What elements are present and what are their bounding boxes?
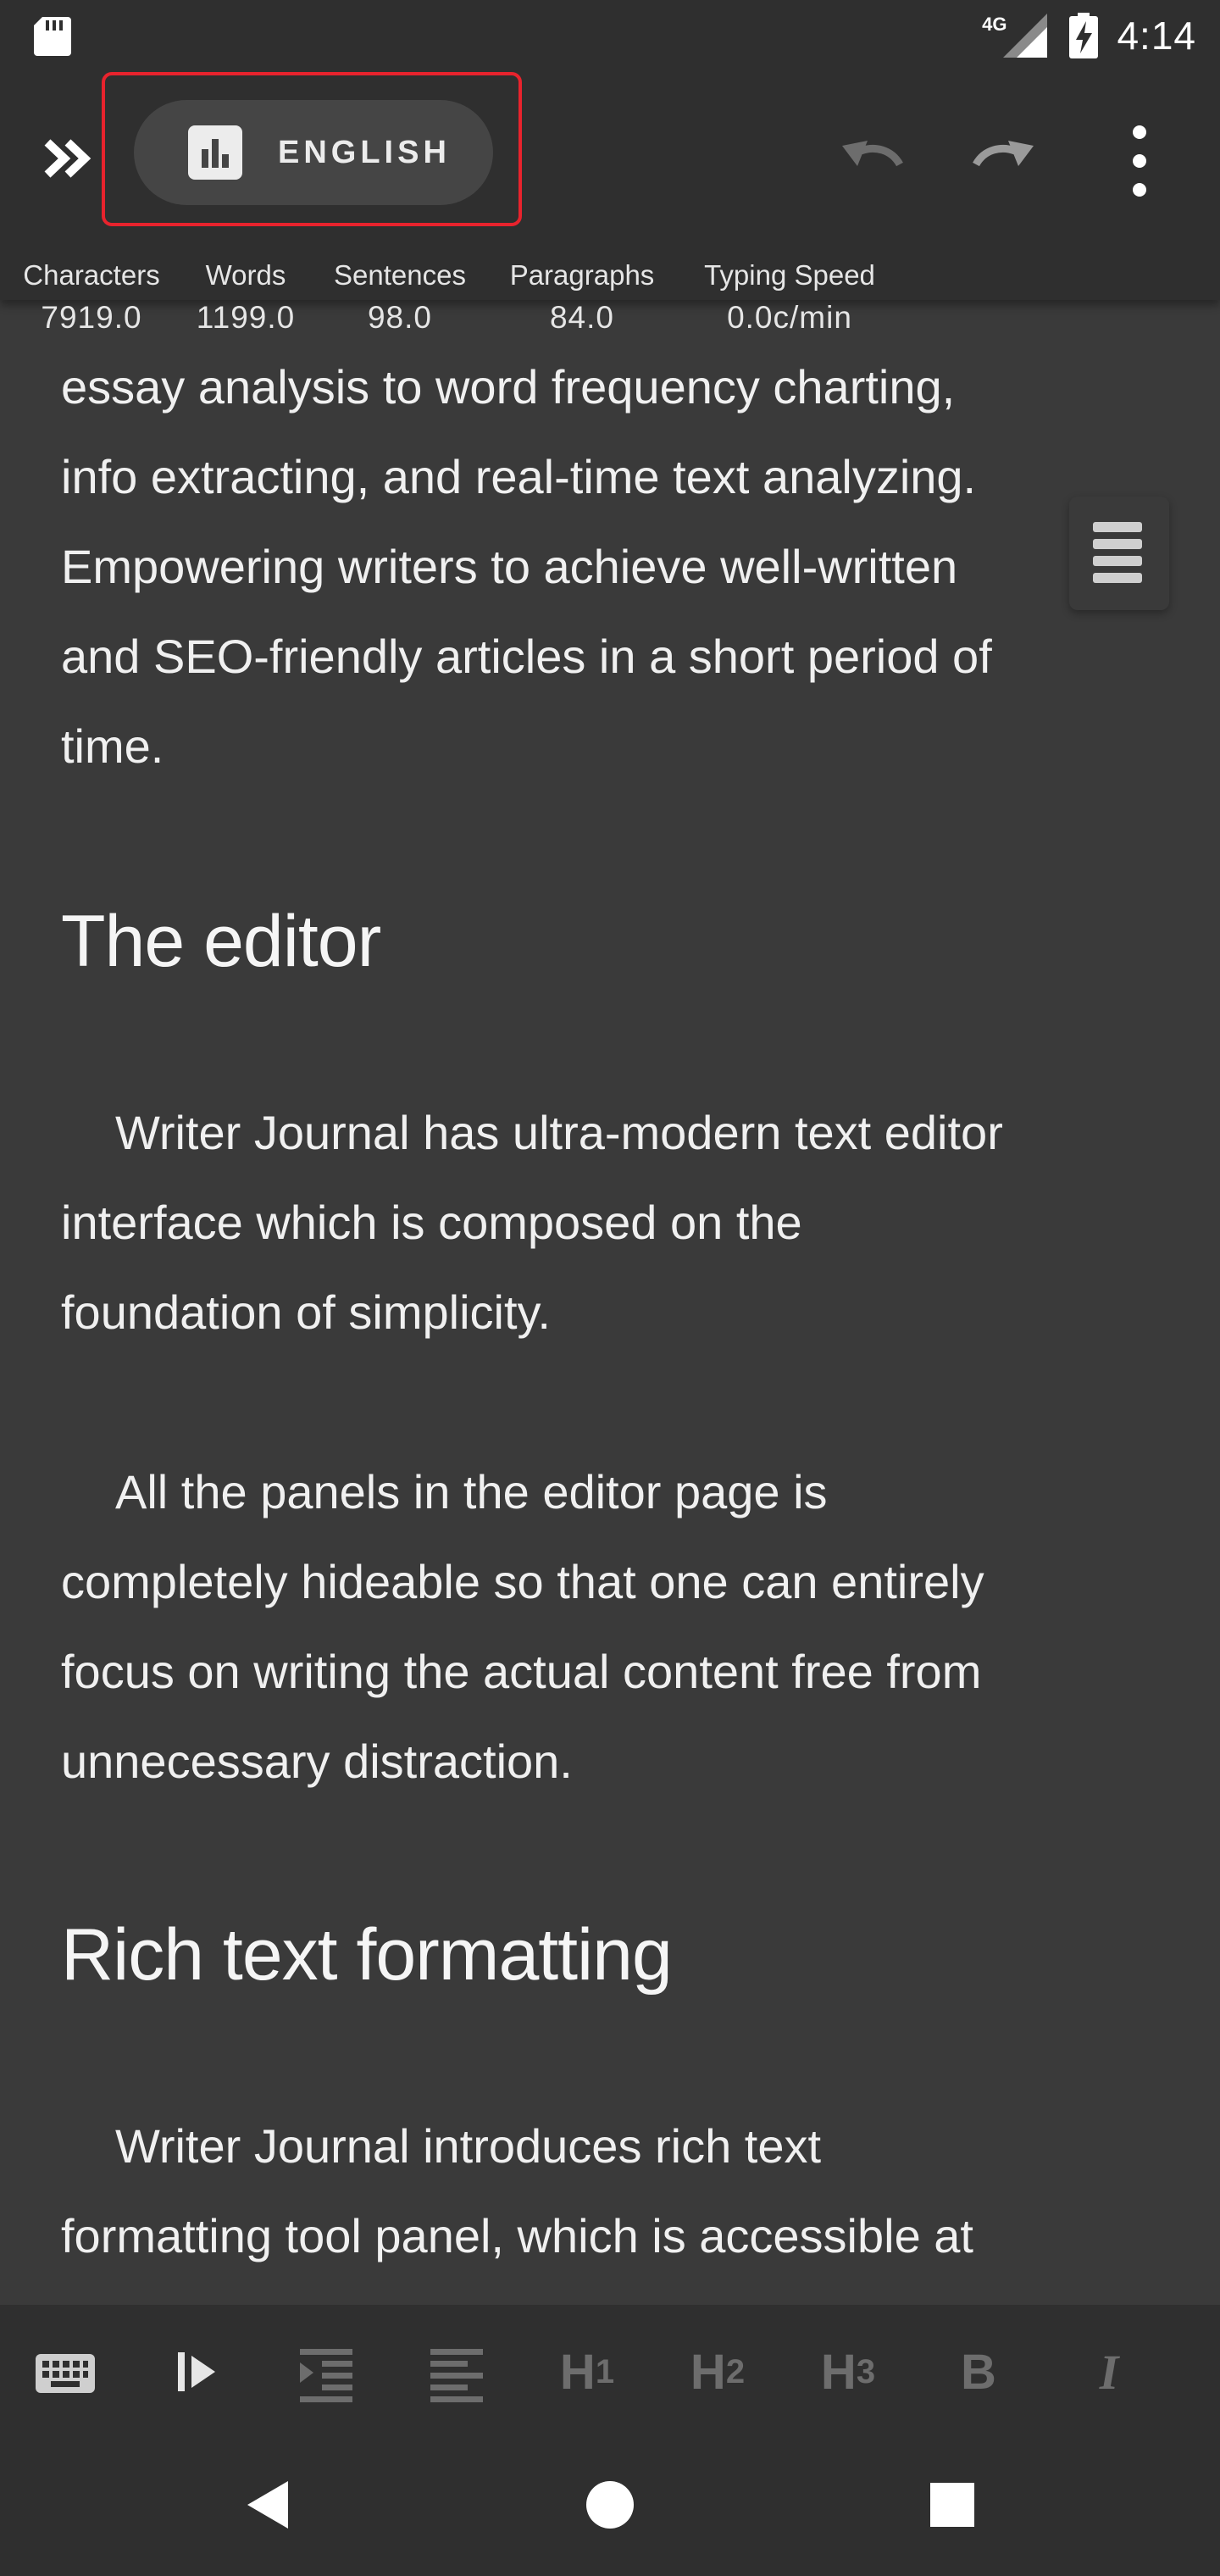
text-line: and SEO-friendly articles in a short per… bbox=[61, 630, 992, 683]
bold-letter: B bbox=[961, 2344, 996, 2400]
app-root: 4G 4:14 ENGLISH Characters 7919.0 Words … bbox=[0, 0, 1220, 2576]
text-line: completely hideable so that one can enti… bbox=[61, 1555, 984, 1608]
system-navigation-bar bbox=[0, 2434, 1220, 2576]
text-line: foundation of simplicity. bbox=[61, 1285, 551, 1339]
status-bar: 4G 4:14 bbox=[0, 0, 1220, 71]
align-left-icon[interactable] bbox=[419, 2334, 495, 2410]
stat-value: 7919.0 bbox=[41, 300, 142, 335]
formatting-toolbar: H1 H2 H3 B I bbox=[0, 2305, 1220, 2434]
stat-value: 1199.0 bbox=[196, 300, 296, 335]
text-line: interface which is composed on the bbox=[61, 1196, 802, 1249]
bold-button[interactable]: B bbox=[940, 2334, 1017, 2410]
text-line: time. bbox=[61, 719, 164, 773]
undo-icon[interactable] bbox=[835, 125, 907, 197]
heading-1-button[interactable]: H1 bbox=[549, 2334, 625, 2410]
italic-letter: I bbox=[1099, 2344, 1119, 2400]
heading-3-level: 3 bbox=[856, 2352, 876, 2390]
heading-3-letter: H bbox=[820, 2344, 857, 2400]
more-options-icon[interactable] bbox=[1127, 122, 1152, 200]
language-stats-button[interactable]: ENGLISH bbox=[134, 100, 493, 205]
stat-value: 84.0 bbox=[549, 300, 614, 335]
app-toolbar: ENGLISH Characters 7919.0 Words 1199.0 S… bbox=[0, 71, 1220, 335]
stat-value: 98.0 bbox=[367, 300, 432, 335]
stat-characters: Characters 7919.0 bbox=[19, 259, 164, 336]
heading-the-editor: The editor bbox=[61, 901, 381, 982]
heading-rich-text-formatting: Rich text formatting bbox=[61, 1914, 673, 1996]
play-cursor-icon[interactable] bbox=[158, 2334, 234, 2410]
italic-button[interactable]: I bbox=[1071, 2334, 1147, 2410]
stat-label: Sentences bbox=[334, 259, 466, 291]
document-outline-icon[interactable] bbox=[1069, 497, 1169, 610]
text-line: Writer Journal introduces rich text bbox=[115, 2119, 822, 2173]
stat-words: Words 1199.0 bbox=[185, 259, 307, 336]
signal-strength-icon bbox=[1003, 14, 1048, 58]
clock: 4:14 bbox=[1117, 14, 1196, 58]
heading-2-button[interactable]: H2 bbox=[679, 2334, 756, 2410]
stat-typing-speed: Typing Speed 0.0c/min bbox=[688, 259, 891, 336]
text-editor[interactable]: essay analysis to word frequency chartin… bbox=[0, 300, 1220, 2305]
text-line: Empowering writers to achieve well-writt… bbox=[61, 540, 958, 593]
sd-card-icon bbox=[34, 17, 71, 56]
recents-icon[interactable] bbox=[910, 2462, 995, 2547]
stat-label: Typing Speed bbox=[704, 259, 875, 291]
heading-1-level: 1 bbox=[595, 2352, 615, 2390]
stat-label: Words bbox=[205, 259, 286, 291]
stat-value: 0.0c/min bbox=[727, 300, 852, 335]
language-label: ENGLISH bbox=[278, 134, 451, 170]
stat-sentences: Sentences 98.0 bbox=[327, 259, 473, 336]
stat-label: Characters bbox=[23, 259, 160, 291]
home-icon[interactable] bbox=[568, 2462, 652, 2547]
bar-chart-icon bbox=[188, 125, 242, 180]
heading-2-letter: H bbox=[690, 2344, 726, 2400]
status-icons: 4G 4:14 bbox=[982, 10, 1196, 61]
battery-charging-icon bbox=[1069, 13, 1099, 58]
indent-icon[interactable] bbox=[288, 2334, 364, 2410]
text-stats: Characters 7919.0 Words 1199.0 Sentences… bbox=[0, 259, 1220, 378]
text-line: formatting tool panel, which is accessib… bbox=[61, 2209, 973, 2262]
text-line: All the panels in the editor page is bbox=[115, 1465, 828, 1518]
text-line: info extracting, and real-time text anal… bbox=[61, 450, 977, 503]
heading-3-button[interactable]: H3 bbox=[810, 2334, 886, 2410]
back-icon[interactable] bbox=[225, 2462, 310, 2547]
text-line: unnecessary distraction. bbox=[61, 1735, 573, 1788]
stat-paragraphs: Paragraphs 84.0 bbox=[502, 259, 663, 336]
redo-icon[interactable] bbox=[969, 125, 1040, 197]
text-line: Writer Journal has ultra-modern text edi… bbox=[115, 1106, 1003, 1159]
text-line: focus on writing the actual content free… bbox=[61, 1645, 982, 1698]
stat-label: Paragraphs bbox=[509, 259, 655, 291]
expand-panel-icon[interactable] bbox=[42, 130, 98, 186]
heading-2-level: 2 bbox=[725, 2352, 746, 2390]
heading-1-letter: H bbox=[559, 2344, 596, 2400]
keyboard-icon[interactable] bbox=[27, 2334, 103, 2410]
